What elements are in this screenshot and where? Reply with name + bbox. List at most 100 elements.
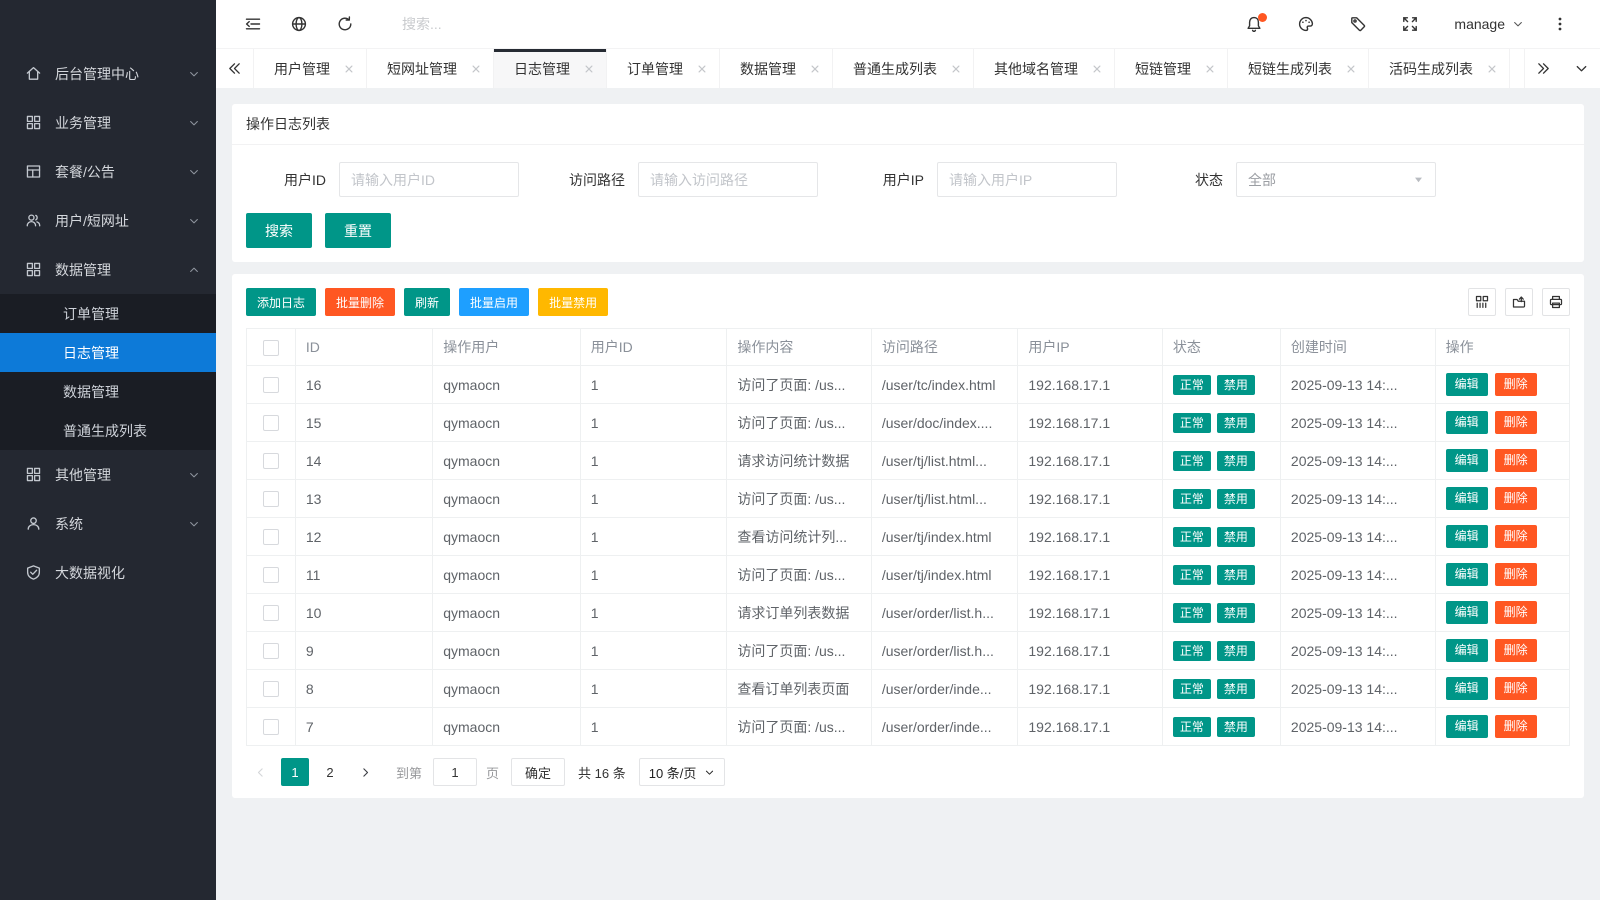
status-badge-normal[interactable]: 正常 (1173, 717, 1211, 737)
sidebar-subitem-normal-gen-list[interactable]: 普通生成列表 (0, 411, 216, 450)
tab-close-icon[interactable] (1092, 64, 1102, 74)
tab-shorturl-manage[interactable]: 短网址管理 (367, 49, 494, 88)
tab-other-domain-manage[interactable]: 其他域名管理 (974, 49, 1115, 88)
tabs-scroll-left-button[interactable] (216, 49, 254, 88)
sidebar-item-big-data-visual[interactable]: 大数据视化 (0, 548, 216, 597)
delete-button[interactable]: 删除 (1495, 677, 1537, 700)
palette-button[interactable] (1289, 7, 1323, 41)
sidebar-item-package-notice[interactable]: 套餐/公告 (0, 147, 216, 196)
visit-path-input[interactable] (638, 162, 818, 197)
status-badge-disabled[interactable]: 禁用 (1217, 717, 1255, 737)
batch-enable-button[interactable]: 批量启用 (459, 288, 529, 316)
delete-button[interactable]: 删除 (1495, 487, 1537, 510)
row-checkbox[interactable] (263, 415, 279, 431)
page-size-select[interactable]: 10 条/页 (639, 758, 726, 786)
row-checkbox[interactable] (263, 567, 279, 583)
row-checkbox[interactable] (263, 681, 279, 697)
edit-button[interactable]: 编辑 (1446, 525, 1488, 548)
status-badge-normal[interactable]: 正常 (1173, 603, 1211, 623)
pagination-page-1[interactable]: 1 (281, 758, 309, 786)
tab-close-icon[interactable] (584, 64, 594, 74)
sidebar-subitem-log-manage[interactable]: 日志管理 (0, 333, 216, 372)
status-badge-disabled[interactable]: 禁用 (1217, 565, 1255, 585)
refresh-button[interactable]: 刷新 (404, 288, 450, 316)
status-badge-normal[interactable]: 正常 (1173, 527, 1211, 547)
tab-log-manage[interactable]: 日志管理 (494, 49, 607, 88)
status-select[interactable]: 全部 (1236, 162, 1436, 197)
sidebar-item-system[interactable]: 系统 (0, 499, 216, 548)
sidebar-item-admin-center[interactable]: 后台管理中心 (0, 49, 216, 98)
delete-button[interactable]: 删除 (1495, 715, 1537, 738)
pagination-prev-button[interactable] (246, 758, 274, 786)
tab-livecode-gen-list[interactable]: 活码生成列表 (1369, 49, 1510, 88)
row-checkbox[interactable] (263, 719, 279, 735)
tabs-scroll-right-button[interactable] (1524, 49, 1562, 88)
pagination-page-2[interactable]: 2 (316, 758, 344, 786)
tab-close-icon[interactable] (1205, 64, 1215, 74)
status-badge-normal[interactable]: 正常 (1173, 375, 1211, 395)
status-badge-disabled[interactable]: 禁用 (1217, 527, 1255, 547)
refresh-button[interactable] (328, 7, 362, 41)
status-badge-normal[interactable]: 正常 (1173, 489, 1211, 509)
user-menu[interactable]: manage (1454, 16, 1524, 32)
export-button[interactable] (1505, 288, 1533, 316)
search-button[interactable]: 搜索 (246, 213, 312, 248)
columns-button[interactable] (1468, 288, 1496, 316)
search-input[interactable] (400, 15, 640, 33)
tab-order-manage[interactable]: 订单管理 (607, 49, 720, 88)
edit-button[interactable]: 编辑 (1446, 715, 1488, 738)
edit-button[interactable]: 编辑 (1446, 639, 1488, 662)
goto-confirm-button[interactable]: 确定 (511, 758, 565, 786)
delete-button[interactable]: 删除 (1495, 525, 1537, 548)
tab-close-icon[interactable] (951, 64, 961, 74)
delete-button[interactable]: 删除 (1495, 373, 1537, 396)
row-checkbox[interactable] (263, 453, 279, 469)
row-checkbox[interactable] (263, 529, 279, 545)
delete-button[interactable]: 删除 (1495, 411, 1537, 434)
tab-close-icon[interactable] (344, 64, 354, 74)
menu-fold-button[interactable] (236, 7, 270, 41)
edit-button[interactable]: 编辑 (1446, 563, 1488, 586)
status-badge-disabled[interactable]: 禁用 (1217, 603, 1255, 623)
edit-button[interactable]: 编辑 (1446, 487, 1488, 510)
edit-button[interactable]: 编辑 (1446, 677, 1488, 700)
status-badge-disabled[interactable]: 禁用 (1217, 413, 1255, 433)
more-vertical-button[interactable] (1543, 7, 1577, 41)
fullscreen-button[interactable] (1393, 7, 1427, 41)
status-badge-normal[interactable]: 正常 (1173, 413, 1211, 433)
delete-button[interactable]: 删除 (1495, 601, 1537, 624)
row-checkbox[interactable] (263, 643, 279, 659)
add-log-button[interactable]: 添加日志 (246, 288, 316, 316)
row-checkbox[interactable] (263, 377, 279, 393)
status-badge-disabled[interactable]: 禁用 (1217, 679, 1255, 699)
row-checkbox[interactable] (263, 605, 279, 621)
status-badge-normal[interactable]: 正常 (1173, 565, 1211, 585)
print-button[interactable] (1542, 288, 1570, 316)
edit-button[interactable]: 编辑 (1446, 449, 1488, 472)
tab-user-manage[interactable]: 用户管理 (254, 49, 367, 88)
status-badge-disabled[interactable]: 禁用 (1217, 489, 1255, 509)
sidebar-item-data-manage[interactable]: 数据管理 (0, 245, 216, 294)
delete-button[interactable]: 删除 (1495, 449, 1537, 472)
globe-button[interactable] (282, 7, 316, 41)
status-badge-disabled[interactable]: 禁用 (1217, 375, 1255, 395)
status-badge-normal[interactable]: 正常 (1173, 641, 1211, 661)
sidebar-subitem-data-manage-sub[interactable]: 数据管理 (0, 372, 216, 411)
tab-shortlink-gen-list[interactable]: 短链生成列表 (1228, 49, 1369, 88)
tab-close-icon[interactable] (471, 64, 481, 74)
batch-disable-button[interactable]: 批量禁用 (538, 288, 608, 316)
pagination-next-button[interactable] (351, 758, 379, 786)
bell-button[interactable] (1237, 7, 1271, 41)
sidebar-subitem-order-manage[interactable]: 订单管理 (0, 294, 216, 333)
row-checkbox[interactable] (263, 491, 279, 507)
tag-button[interactable] (1341, 7, 1375, 41)
tab-close-icon[interactable] (810, 64, 820, 74)
edit-button[interactable]: 编辑 (1446, 373, 1488, 396)
sidebar-item-business-manage[interactable]: 业务管理 (0, 98, 216, 147)
tab-close-icon[interactable] (697, 64, 707, 74)
tab-data-manage[interactable]: 数据管理 (720, 49, 833, 88)
delete-button[interactable]: 删除 (1495, 639, 1537, 662)
user-id-input[interactable] (339, 162, 519, 197)
edit-button[interactable]: 编辑 (1446, 601, 1488, 624)
edit-button[interactable]: 编辑 (1446, 411, 1488, 434)
